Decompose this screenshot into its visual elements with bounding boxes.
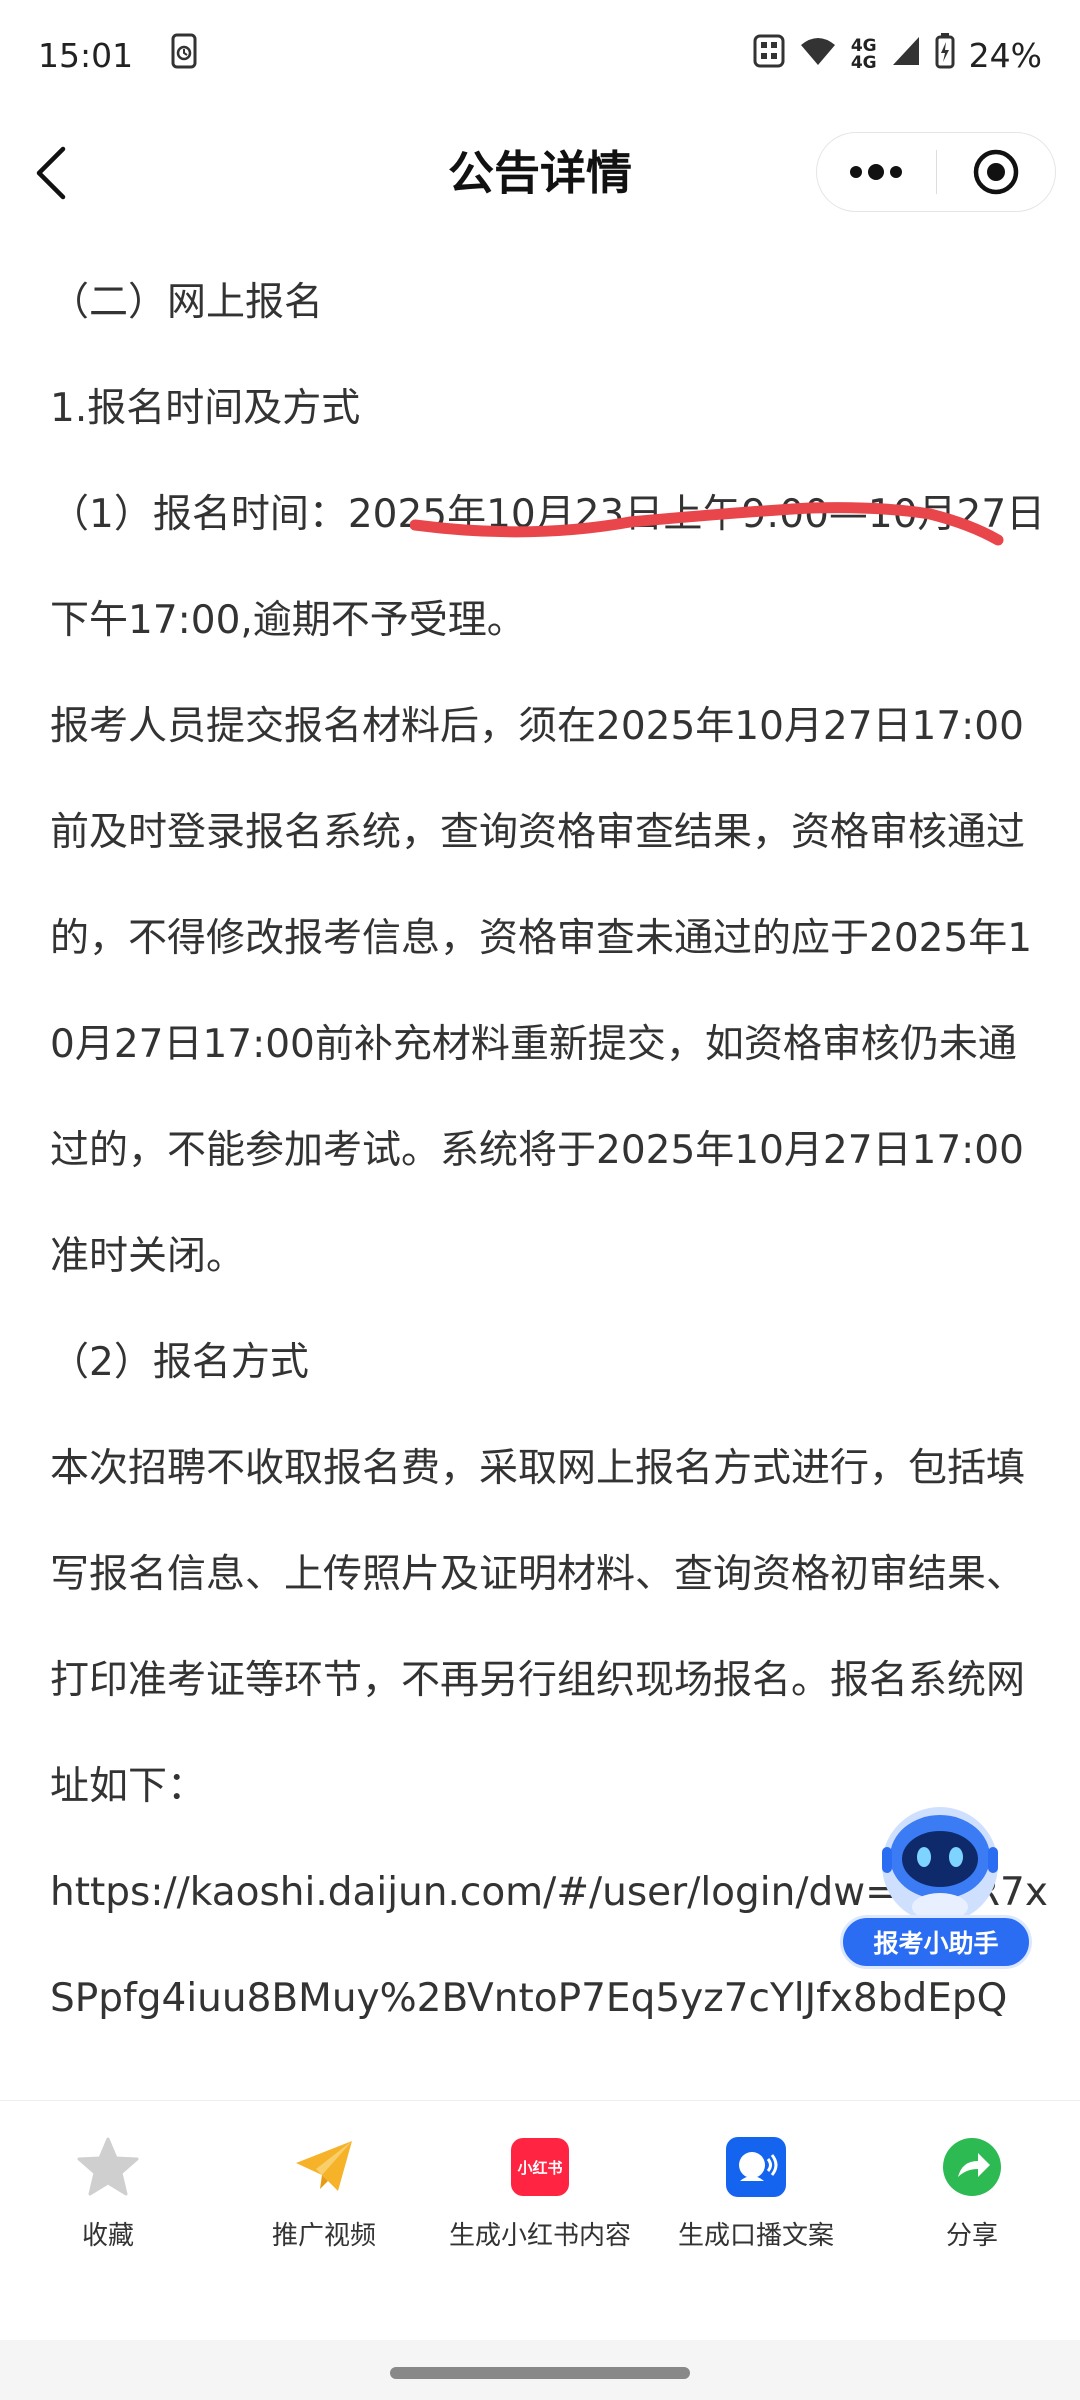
nfc-icon [753, 34, 785, 76]
registration-notice-paragraph: 报考人员提交报名材料后，须在2025年10月27日17:00前及时登录报名系统，… [50, 704, 1033, 1279]
section-heading: （二）网上报名 [50, 280, 324, 325]
battery-icon [935, 33, 955, 77]
robot-icon [882, 1807, 998, 1923]
promo-video-button[interactable]: 推广视频 [216, 2135, 432, 2340]
generate-script-button[interactable]: 生成口播文案 [648, 2135, 864, 2340]
generate-xiaohongshu-button[interactable]: 小红书 生成小红书内容 [432, 2135, 648, 2340]
exam-assistant-button[interactable]: 报考小助手 [840, 1795, 1040, 1975]
status-time: 15:01 [38, 35, 134, 75]
assistant-label: 报考小助手 [840, 1915, 1032, 1969]
paper-plane-icon [296, 2141, 352, 2191]
miniprogram-capsule [816, 132, 1056, 212]
favorite-button[interactable]: 收藏 [0, 2135, 216, 2340]
wifi-icon [799, 35, 837, 75]
chevron-left-icon [36, 146, 66, 200]
registration-method-paragraph: 本次招聘不收取报名费，采取网上报名方式进行，包括填写报名信息、上传照片及证明材料… [50, 1446, 1026, 1809]
nav-bar: 公告详情 [0, 110, 1080, 240]
registration-method-heading: （2）报名方式 [50, 1340, 309, 1385]
more-button[interactable] [817, 133, 936, 211]
target-circle-icon [973, 149, 1018, 195]
signal-icon [891, 35, 921, 75]
share-button[interactable]: 分享 [864, 2135, 1080, 2340]
red-underline-annotation [410, 502, 1004, 546]
screen-cast-icon [169, 33, 199, 77]
share-arrow-icon [943, 2138, 1001, 2196]
more-dots-icon [850, 164, 903, 180]
network-type: 4G 4G [850, 36, 877, 73]
bottom-toolbar: 收藏 推广视频 小红书 生成小红书内容 生成口播文案 分享 [0, 2100, 1080, 2340]
star-icon [77, 2137, 139, 2196]
battery-level: 24% [968, 35, 1042, 75]
registration-time-paragraph: （1）报名时间：2025年10月23日上午9:00—10月27日下午17:00,… [50, 492, 1046, 643]
xiaohongshu-logo-icon: 小红书 [511, 2138, 569, 2196]
close-miniprogram-button[interactable] [937, 133, 1056, 211]
subsection-heading: 1.报名时间及方式 [50, 386, 361, 431]
status-bar: 15:01 4G 4G 24% [0, 0, 1080, 110]
back-button[interactable] [16, 138, 86, 208]
home-indicator[interactable] [390, 2367, 690, 2379]
voice-broadcast-icon [726, 2137, 786, 2197]
